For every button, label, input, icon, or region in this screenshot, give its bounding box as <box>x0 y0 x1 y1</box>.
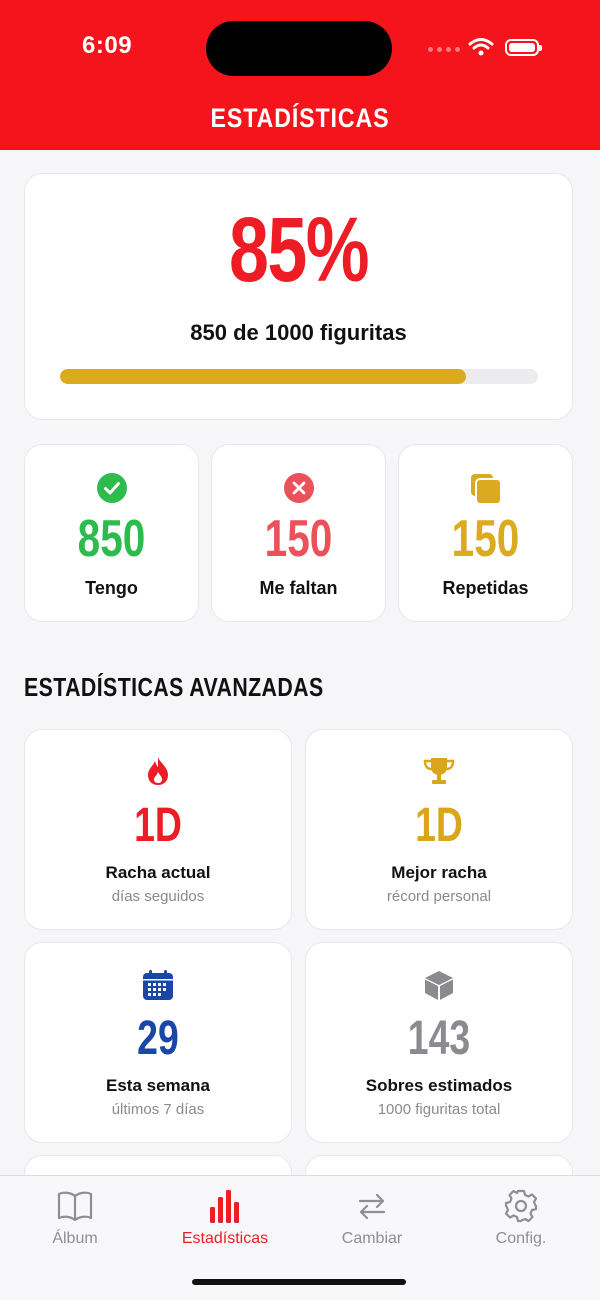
x-circle-icon <box>283 473 314 503</box>
tab-config[interactable]: Config. <box>446 1186 596 1248</box>
flame-icon <box>148 757 168 785</box>
progress-bar <box>60 369 538 384</box>
adv-label: Racha actual <box>105 863 211 882</box>
tab-estadisticas[interactable]: Estadísticas <box>150 1186 300 1248</box>
progress-bar-fill <box>60 369 467 384</box>
stat-value: 150 <box>451 510 520 568</box>
adv-sublabel: días seguidos <box>111 888 205 905</box>
adv-value: 1D <box>134 799 182 852</box>
calendar-icon <box>143 970 173 1000</box>
check-circle-icon <box>96 473 127 503</box>
page-title: ESTADÍSTICAS <box>210 103 390 133</box>
dynamic-island <box>206 21 392 76</box>
completion-subtitle: 850 de 1000 figuritas <box>190 320 407 345</box>
stat-card-tengo[interactable]: 850 Tengo <box>24 444 199 622</box>
adv-label: Mejor racha <box>391 863 487 882</box>
adv-card-mejor-racha[interactable]: 1D Mejor racha récord personal <box>305 729 573 930</box>
box-icon <box>425 971 453 1000</box>
app-header: 6:09 ESTADÍSTICAS <box>0 0 600 150</box>
duplicate-cards-icon <box>470 474 502 505</box>
tab-cambiar[interactable]: Cambiar <box>297 1186 447 1248</box>
adv-card-racha-actual[interactable]: 1D Racha actual días seguidos <box>24 729 292 930</box>
swap-arrows-icon <box>358 1193 386 1220</box>
stat-label: Tengo <box>85 578 138 598</box>
home-indicator <box>192 1279 406 1285</box>
completion-percent: 85% <box>229 199 370 301</box>
adv-value: 29 <box>137 1012 179 1065</box>
adv-label: Sobres estimados <box>365 1076 513 1095</box>
signal-icon <box>428 47 460 52</box>
stat-value: 850 <box>77 510 146 568</box>
tab-album[interactable]: Álbum <box>0 1186 150 1248</box>
progress-card: 85% 850 de 1000 figuritas <box>24 173 573 420</box>
adv-sublabel: 1000 figuritas total <box>377 1101 501 1118</box>
stat-card-me-faltan[interactable]: 150 Me faltan <box>211 444 386 622</box>
tab-label: Estadísticas <box>181 1230 269 1247</box>
status-time: 6:09 <box>82 32 133 59</box>
adv-sublabel: últimos 7 días <box>111 1101 205 1118</box>
book-icon <box>57 1191 93 1221</box>
adv-sublabel: récord personal <box>386 888 492 905</box>
bar-chart-icon <box>210 1190 239 1223</box>
tab-label: Álbum <box>52 1230 98 1247</box>
adv-card-esta-semana[interactable]: 29 Esta semana últimos 7 días <box>24 942 292 1143</box>
section-title-advanced: ESTADÍSTICAS AVANZADAS <box>24 672 324 702</box>
tab-label: Config. <box>495 1230 547 1247</box>
battery-icon <box>505 39 542 56</box>
stat-card-repetidas[interactable]: 150 Repetidas <box>398 444 573 622</box>
gear-icon <box>504 1189 538 1223</box>
tab-label: Cambiar <box>341 1230 403 1247</box>
adv-value: 143 <box>407 1012 471 1065</box>
trophy-icon <box>423 758 455 784</box>
stat-value: 150 <box>264 510 333 568</box>
adv-card-sobres-estimados[interactable]: 143 Sobres estimados 1000 figuritas tota… <box>305 942 573 1143</box>
adv-label: Esta semana <box>106 1076 210 1095</box>
wifi-icon <box>468 38 494 56</box>
adv-value: 1D <box>415 799 463 852</box>
stat-label: Me faltan <box>259 578 338 598</box>
stat-label: Repetidas <box>442 578 529 598</box>
